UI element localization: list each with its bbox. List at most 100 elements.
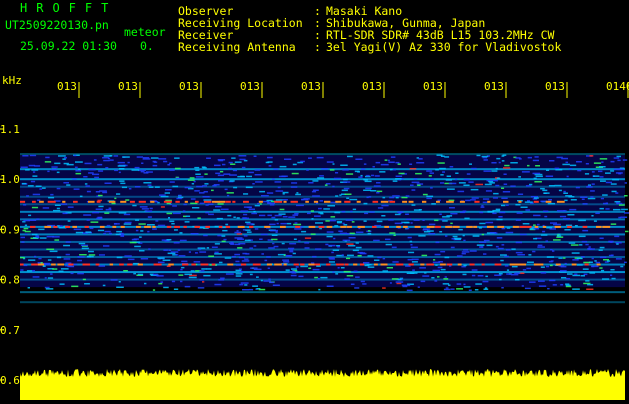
noise-speck bbox=[332, 249, 339, 251]
noise-speck bbox=[88, 254, 96, 256]
peak-trace bbox=[422, 200, 427, 203]
noise-speck bbox=[246, 231, 252, 233]
noise-speck bbox=[229, 174, 237, 176]
noise-speck bbox=[310, 233, 316, 235]
noise-speck bbox=[476, 154, 481, 157]
noise-speck bbox=[104, 230, 111, 233]
peak-trace bbox=[203, 200, 212, 203]
noise-speck bbox=[242, 217, 247, 219]
noise-speck bbox=[417, 286, 420, 288]
noise-speck bbox=[37, 199, 41, 201]
noise-speck bbox=[581, 198, 585, 200]
noise-speck bbox=[234, 243, 241, 246]
noise-speck bbox=[314, 276, 318, 279]
noise-speck bbox=[568, 196, 575, 198]
noise-speck bbox=[282, 199, 288, 201]
noise-speck bbox=[366, 174, 370, 177]
noise-speck bbox=[59, 283, 65, 285]
noise-speck bbox=[39, 188, 43, 190]
noise-speck bbox=[550, 260, 554, 262]
noise-speck bbox=[527, 261, 534, 263]
noise-speck bbox=[503, 167, 511, 169]
noise-speck bbox=[522, 269, 527, 271]
noise-speck bbox=[344, 278, 350, 280]
noise-speck bbox=[494, 274, 502, 276]
noise-speck bbox=[140, 230, 144, 232]
noise-speck bbox=[272, 178, 275, 180]
noise-speck bbox=[167, 252, 176, 255]
noise-speck bbox=[587, 248, 592, 250]
peak-trace bbox=[445, 225, 453, 228]
noise-speck bbox=[158, 158, 167, 160]
noise-speck bbox=[103, 155, 112, 157]
noise-speck bbox=[242, 252, 247, 255]
noise-speck bbox=[103, 232, 106, 235]
noise-speck bbox=[617, 159, 621, 162]
noise-speck bbox=[618, 204, 625, 206]
noise-speck bbox=[102, 191, 108, 194]
noise-speck bbox=[67, 265, 75, 268]
noise-speck bbox=[267, 156, 273, 159]
noise-speck bbox=[259, 214, 266, 217]
noise-speck bbox=[148, 186, 154, 188]
peak-trace bbox=[51, 263, 56, 266]
noise-speck bbox=[67, 220, 71, 222]
noise-speck bbox=[481, 155, 489, 158]
peak-trace bbox=[266, 263, 272, 266]
noise-speck bbox=[428, 233, 436, 235]
noise-speck bbox=[195, 252, 198, 254]
noise-speck bbox=[501, 204, 506, 207]
noise-speck bbox=[20, 256, 25, 259]
peak-trace bbox=[509, 263, 517, 266]
peak-trace bbox=[225, 225, 231, 228]
noise-speck bbox=[172, 185, 179, 188]
noise-speck bbox=[272, 242, 275, 245]
noise-speck bbox=[73, 154, 77, 157]
noise-speck bbox=[330, 216, 336, 218]
noise-speck bbox=[319, 200, 323, 202]
noise-speck bbox=[102, 284, 106, 287]
noise-speck bbox=[281, 175, 288, 177]
noise-speck bbox=[341, 189, 348, 192]
peak-trace bbox=[526, 225, 532, 228]
peak-trace bbox=[518, 200, 522, 203]
noise-speck bbox=[122, 156, 130, 158]
noise-speck bbox=[236, 230, 239, 232]
noise-speck bbox=[124, 255, 132, 257]
noise-speck bbox=[67, 206, 74, 208]
noise-speck bbox=[452, 235, 458, 238]
noise-speck bbox=[147, 230, 150, 233]
noise-speck bbox=[80, 244, 89, 247]
noise-speck bbox=[561, 157, 568, 160]
noise-speck bbox=[439, 167, 446, 170]
noise-speck bbox=[243, 213, 248, 216]
noise-speck bbox=[585, 163, 589, 165]
peak-trace bbox=[120, 200, 127, 203]
noise-speck bbox=[162, 259, 171, 261]
noise-speck bbox=[152, 289, 156, 291]
noise-speck bbox=[266, 256, 271, 258]
noise-speck bbox=[532, 250, 536, 253]
noise-speck bbox=[348, 245, 356, 247]
noise-speck bbox=[543, 210, 549, 212]
noise-speck bbox=[346, 257, 351, 260]
noise-speck bbox=[610, 223, 617, 225]
noise-speck bbox=[214, 251, 219, 254]
peak-trace bbox=[252, 263, 261, 266]
noise-speck bbox=[78, 242, 86, 245]
noise-speck bbox=[482, 198, 490, 200]
noise-speck bbox=[86, 190, 91, 193]
noise-speck bbox=[95, 208, 103, 210]
noise-speck bbox=[354, 170, 360, 173]
time-tick-label: 013 bbox=[57, 80, 77, 93]
noise-speck bbox=[338, 230, 343, 232]
noise-speck bbox=[405, 265, 411, 267]
noise-speck bbox=[367, 230, 371, 232]
noise-speck bbox=[483, 170, 491, 172]
noise-speck bbox=[240, 210, 248, 212]
noise-speck bbox=[266, 199, 273, 202]
noise-speck bbox=[194, 166, 200, 169]
noise-speck bbox=[469, 163, 472, 165]
noise-speck bbox=[333, 177, 342, 180]
noise-speck bbox=[587, 197, 596, 200]
